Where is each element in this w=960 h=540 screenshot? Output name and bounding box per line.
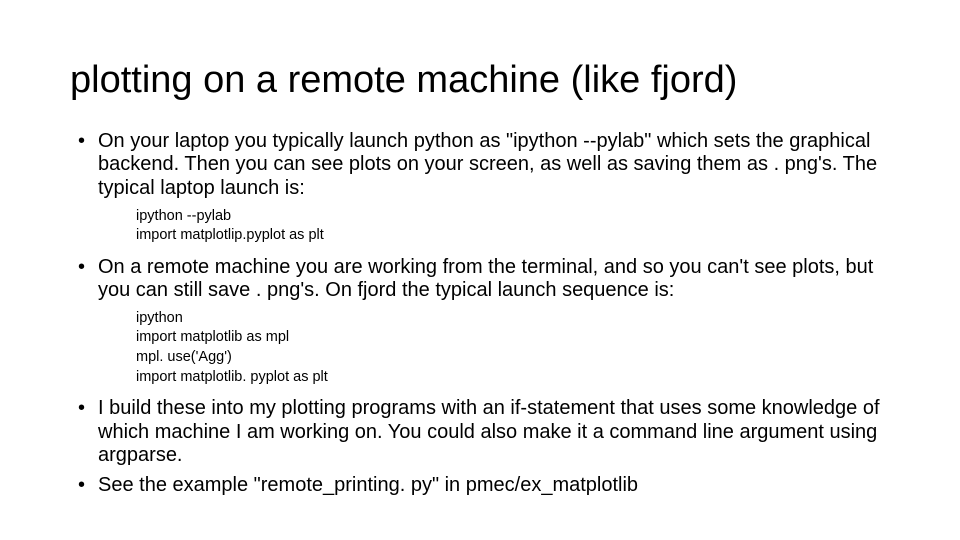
code-line: ipython --pylab <box>136 207 890 227</box>
bullet-text: On your laptop you typically launch pyth… <box>98 130 877 199</box>
code-line: mpl. use('Agg') <box>136 348 890 368</box>
slide-title: plotting on a remote machine (like fjord… <box>70 60 890 102</box>
slide: plotting on a remote machine (like fjord… <box>0 0 960 540</box>
code-line: import matplotlib. pyplot as plt <box>136 368 890 388</box>
bullet-text: I build these into my plotting programs … <box>98 397 880 466</box>
bullet-item: I build these into my plotting programs … <box>70 397 890 468</box>
bullet-item: On your laptop you typically launch pyth… <box>70 130 890 246</box>
bullet-text: On a remote machine you are working from… <box>98 256 873 302</box>
bullet-item: See the example "remote_printing. py" in… <box>70 474 890 498</box>
code-line: import matplotlip.pyplot as plt <box>136 226 890 246</box>
bullet-list: On your laptop you typically launch pyth… <box>70 130 890 498</box>
code-line: import matplotlib as mpl <box>136 328 890 348</box>
bullet-text: See the example "remote_printing. py" in… <box>98 474 638 496</box>
code-block-laptop: ipython --pylab import matplotlip.pyplot… <box>136 207 890 246</box>
bullet-item: On a remote machine you are working from… <box>70 256 890 387</box>
code-block-remote: ipython import matplotlib as mpl mpl. us… <box>136 309 890 387</box>
code-line: ipython <box>136 309 890 329</box>
